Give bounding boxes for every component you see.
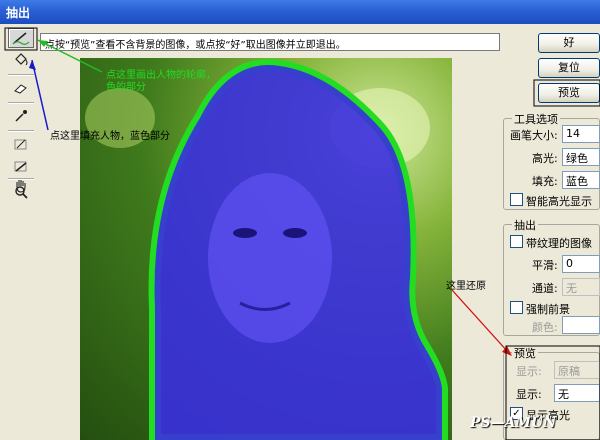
blue-arrow (31, 59, 49, 131)
restore-annotation: 这里还原 (446, 281, 486, 292)
red-arrow (451, 289, 509, 353)
outline-annotation: 点这里画出人物的轮廓， 色的部分 (106, 70, 216, 93)
fill-annotation: 点这里填充人物，蓝色部分 (50, 131, 170, 142)
green-arrow (37, 39, 103, 73)
annotation-arrows (4, 27, 600, 440)
preview-button-outline (533, 79, 600, 107)
highlighter-tool-outline (4, 27, 38, 51)
watermark: PS—AMUN (470, 415, 557, 431)
